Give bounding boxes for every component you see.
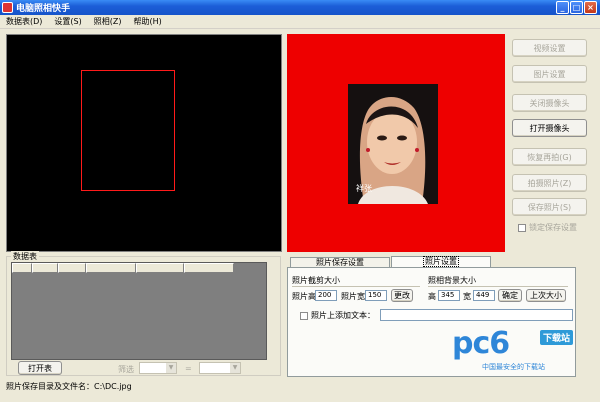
tab-photo-save-label: 照片保存设置 [316, 258, 364, 267]
bg-width-label: 宽 [463, 292, 471, 301]
checkbox-box[interactable] [300, 311, 308, 320]
portrait-name-label: 祥张 [356, 184, 372, 193]
grid-header [12, 263, 266, 273]
status-save-path: 照片保存目录及文件名：C:\DC.jpg [6, 382, 132, 391]
photo-height-input[interactable]: 200 [315, 290, 337, 301]
filter-value-select[interactable]: ▼ [199, 362, 241, 374]
grid-column-header[interactable] [58, 263, 86, 273]
save-photo-button[interactable]: 保存照片(S) [512, 198, 587, 216]
window-controls: _ □ × [556, 1, 597, 14]
watermark-logo: pc6 [452, 326, 510, 361]
add-text-checkbox[interactable]: 照片上添加文本： [300, 310, 375, 321]
photo-preview: 祥张 [287, 34, 505, 252]
crop-size-title: 照片截剪大小 [292, 276, 340, 285]
add-text-label: 照片上添加文本： [311, 311, 375, 320]
resume-shooting-button[interactable]: 恢复再拍(G) [512, 148, 587, 166]
menu-camera[interactable]: 照相(Z) [88, 16, 128, 27]
menu-bar: 数据表(D) 设置(S) 照相(Z) 帮助(H) [0, 15, 600, 29]
grid-column-header[interactable] [184, 263, 234, 273]
menu-help[interactable]: 帮助(H) [127, 16, 167, 27]
equals-label: = [185, 364, 192, 373]
divider [292, 286, 420, 287]
open-camera-button[interactable]: 打开摄像头 [512, 119, 587, 137]
watermark-tagline: 中国最安全的下载站 [482, 363, 545, 371]
grid-column-header[interactable] [12, 263, 32, 273]
checkbox-box[interactable] [518, 223, 526, 232]
chevron-down-icon[interactable]: ▼ [166, 363, 176, 373]
confirm-bg-button[interactable]: 确定 [498, 289, 522, 302]
bg-width-input[interactable]: 449 [473, 290, 495, 301]
last-size-button[interactable]: 上次大小 [526, 289, 566, 302]
portrait-photo: 祥张 [348, 84, 438, 204]
camera-view[interactable] [6, 34, 282, 252]
bg-height-input[interactable]: 345 [438, 290, 460, 301]
bg-size-title: 照相背景大小 [428, 276, 476, 285]
image-settings-button[interactable]: 图片设置 [512, 65, 587, 83]
divider [428, 286, 568, 287]
photo-width-input[interactable]: 150 [365, 290, 387, 301]
video-settings-button[interactable]: 视频设置 [512, 39, 587, 57]
bg-height-label: 高 [428, 292, 436, 301]
minimize-button[interactable]: _ [556, 1, 569, 14]
menu-settings[interactable]: 设置(S) [48, 16, 87, 27]
watermark-badge: 下载站 [540, 330, 574, 345]
crop-frame[interactable] [81, 70, 175, 191]
tab-photo-settings-label: 照片设置 [423, 256, 459, 267]
lock-save-settings-checkbox[interactable]: 锁定保存设置 [518, 222, 577, 233]
grid-column-header[interactable] [86, 263, 136, 273]
menu-data-table[interactable]: 数据表(D) [0, 16, 48, 27]
photo-width-label: 照片宽 [341, 292, 365, 301]
chevron-down-icon[interactable]: ▼ [230, 363, 240, 373]
filter-label: 筛选 [118, 365, 134, 374]
close-camera-button[interactable]: 关闭摄像头 [512, 94, 587, 112]
data-table-grid[interactable] [11, 262, 267, 360]
window-title: 电脑照相快手 [16, 4, 71, 14]
lock-save-settings-label: 锁定保存设置 [529, 223, 577, 232]
open-table-button[interactable]: 打开表 [18, 361, 62, 375]
close-button[interactable]: × [584, 1, 597, 14]
app-icon [2, 2, 13, 13]
photo-text-input[interactable] [380, 309, 573, 321]
site-watermark: pc6 下载站 中国最安全的下载站 [452, 326, 582, 376]
grid-column-header[interactable] [136, 263, 184, 273]
grid-column-header[interactable] [32, 263, 58, 273]
maximize-button[interactable]: □ [570, 1, 583, 14]
capture-photo-button[interactable]: 拍摄照片(Z) [512, 174, 587, 192]
title-bar: 电脑照相快手 _ □ × [0, 0, 600, 15]
photo-height-label: 照片高 [292, 292, 316, 301]
change-size-button[interactable]: 更改 [391, 289, 413, 302]
filter-field-select[interactable]: ▼ [139, 362, 177, 374]
data-table-group-label: 数据表 [11, 251, 39, 262]
